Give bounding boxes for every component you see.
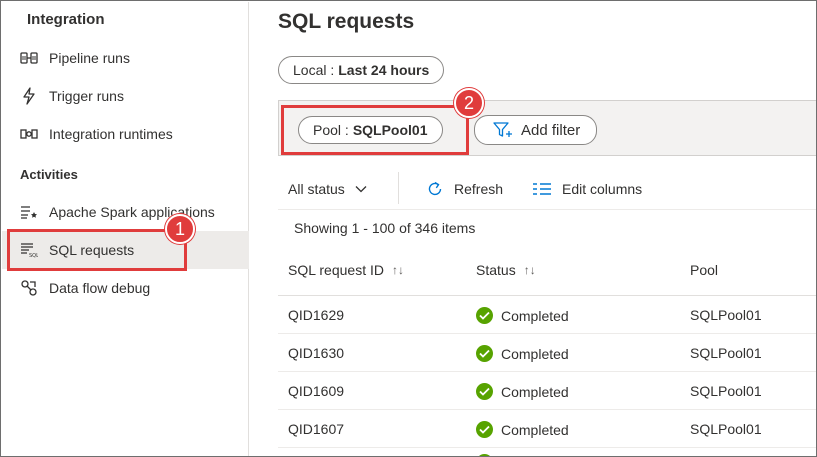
status-cell: Completed (476, 307, 569, 324)
refresh-icon (426, 180, 444, 198)
dataflow-icon (19, 278, 39, 298)
page-title: SQL requests (278, 10, 415, 33)
column-header-status[interactable]: Status ↑↓ (476, 262, 536, 278)
check-circle-icon (476, 383, 493, 400)
pool-cell: SQLPool01 (690, 421, 762, 437)
time-range-filter[interactable]: Local : Last 24 hours (278, 56, 445, 84)
sidebar-item-pipeline-runs[interactable]: Pipeline runs (2, 39, 249, 77)
request-id-cell[interactable]: QID1629 (288, 307, 344, 323)
status-dropdown-label: All status (288, 181, 345, 197)
callout-box-pool-filter (281, 105, 469, 155)
add-filter-label: Add filter (521, 121, 581, 139)
edit-columns-icon (532, 182, 552, 196)
column-header-label: Status (476, 262, 516, 278)
refresh-label: Refresh (454, 181, 504, 197)
status-cell: Completed (476, 383, 569, 400)
pool-cell: SQLPool01 (690, 383, 762, 399)
column-header-sql-request-id[interactable]: SQL request ID ↑↓ (288, 262, 404, 278)
spark-icon (19, 202, 39, 222)
request-id-cell[interactable]: QID1630 (288, 345, 344, 361)
check-circle-icon (476, 307, 493, 324)
activities-heading: Activities (20, 167, 78, 182)
runtime-icon (19, 124, 39, 144)
callout-badge-2: 2 (454, 88, 484, 118)
main-content: SQL requests Local : Last 24 hours Pool … (250, 2, 816, 456)
table-row[interactable]: QID1607 Completed SQLPool01 (278, 410, 816, 448)
sidebar-item-integration-runtimes[interactable]: Integration runtimes (2, 115, 249, 153)
integration-heading: Integration (27, 11, 105, 28)
table-row[interactable]: QID1630 Completed SQLPool01 (278, 334, 816, 372)
trigger-icon (19, 86, 39, 106)
sort-icon: ↑↓ (391, 263, 404, 277)
edit-columns-button[interactable]: Edit columns (532, 178, 642, 200)
table-row[interactable]: QID1609 Completed SQLPool01 (278, 372, 816, 410)
sidebar-item-apache-spark-applications[interactable]: Apache Spark applications (2, 193, 249, 231)
status-dropdown[interactable]: All status (288, 178, 367, 200)
pool-cell: SQLPool01 (690, 307, 762, 323)
status-text: Completed (501, 383, 569, 400)
sidebar-item-trigger-runs[interactable]: Trigger runs (2, 77, 249, 115)
sort-icon: ↑↓ (523, 263, 536, 277)
refresh-button[interactable]: Refresh (426, 178, 503, 200)
request-id-cell[interactable]: QID1607 (288, 421, 344, 437)
sidebar-item-label: Pipeline runs (49, 50, 130, 66)
column-header-label: Pool (690, 262, 719, 278)
sidebar-item-label: Integration runtimes (49, 126, 173, 142)
showing-count: Showing 1 - 100 of 346 items (294, 220, 476, 236)
status-cell: Completed (476, 345, 569, 362)
table-row[interactable]: QID1629 Completed SQLPool01 (278, 296, 816, 334)
callout-box-sql-requests (7, 229, 187, 271)
pool-cell: SQLPool01 (690, 345, 762, 361)
sidebar-item-label: Data flow debug (49, 280, 151, 296)
app-frame: Integration Pipeline runs Trigger runs I… (0, 0, 817, 457)
sidebar: Integration Pipeline runs Trigger runs I… (2, 2, 249, 456)
toolbar-bottom-rule (278, 209, 816, 210)
column-header-label: SQL request ID (288, 262, 384, 278)
add-filter-button[interactable]: Add filter (474, 115, 598, 145)
request-id-cell[interactable]: QID1609 (288, 383, 344, 399)
check-circle-icon (476, 421, 493, 438)
status-text: Completed (501, 307, 569, 324)
status-text: Completed (501, 345, 569, 362)
status-text: Completed (501, 421, 569, 438)
filter-icon (493, 121, 513, 139)
sidebar-item-label: Trigger runs (49, 88, 124, 104)
time-filter-prefix: Local : (293, 62, 335, 78)
status-cell: Completed (476, 421, 569, 438)
sidebar-item-data-flow-debug[interactable]: Data flow debug (2, 269, 249, 307)
edit-columns-label: Edit columns (562, 181, 643, 197)
toolbar-divider (398, 172, 399, 204)
time-filter-value: Last 24 hours (338, 62, 430, 78)
callout-badge-1: 1 (165, 214, 195, 244)
chevron-down-icon (355, 185, 367, 193)
pipeline-icon (19, 48, 39, 68)
column-header-pool: Pool (690, 262, 718, 278)
check-circle-icon (476, 345, 493, 362)
